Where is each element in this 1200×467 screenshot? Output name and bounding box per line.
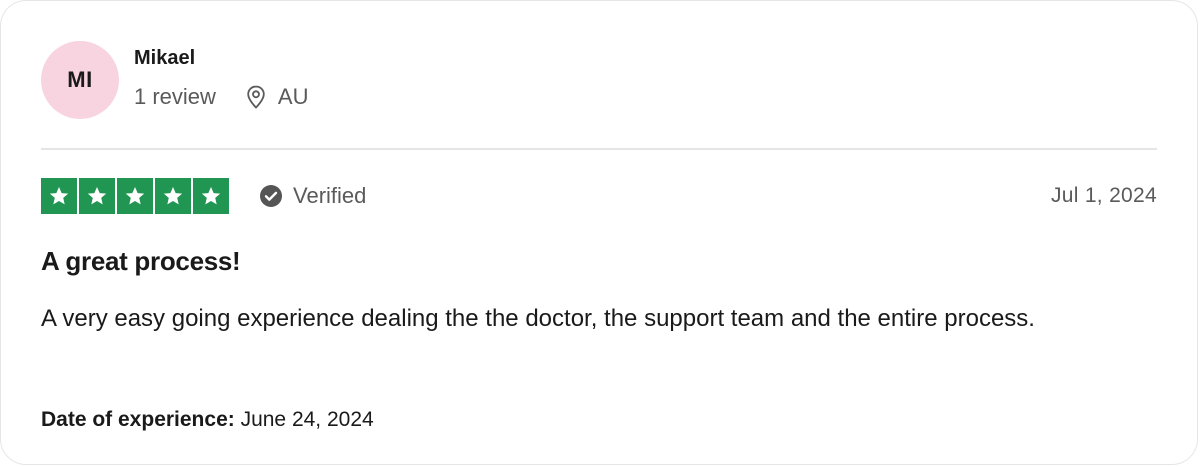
header-divider [41,148,1157,150]
star-icon [79,178,115,214]
star-rating [41,178,229,214]
check-circle-icon [260,185,282,207]
review-count: 1 review [134,84,216,109]
avatar[interactable]: MI [41,41,119,119]
star-icon [117,178,153,214]
reviewer-meta: 1 review AU [134,84,308,110]
reviewer-info: Mikael 1 review AU [134,46,308,110]
rating-row: Verified Jul 1, 2024 [41,177,1157,215]
verified-badge[interactable]: Verified [259,183,366,209]
reviewer-name[interactable]: Mikael [134,46,308,70]
star-icon [41,178,77,214]
experience-label: Date of experience: [41,408,241,431]
reviewer-country: AU [277,84,309,109]
star-icon [155,178,191,214]
date-of-experience: Date of experience: June 24, 2024 [41,408,374,432]
verified-label: Verified [293,183,367,208]
review-card: MI Mikael 1 review AU Verified Jul 1, 20… [0,0,1198,465]
review-date: Jul 1, 2024 [1050,184,1157,207]
reviewer-location: AU [246,84,309,110]
review-body: A very easy going experience dealing the… [41,305,1035,332]
review-title[interactable]: A great process! [41,246,241,277]
location-pin-icon [247,85,265,109]
star-icon [193,178,229,214]
experience-date: June 24, 2024 [240,408,374,431]
reviewer-header: MI Mikael 1 review AU [41,41,308,119]
